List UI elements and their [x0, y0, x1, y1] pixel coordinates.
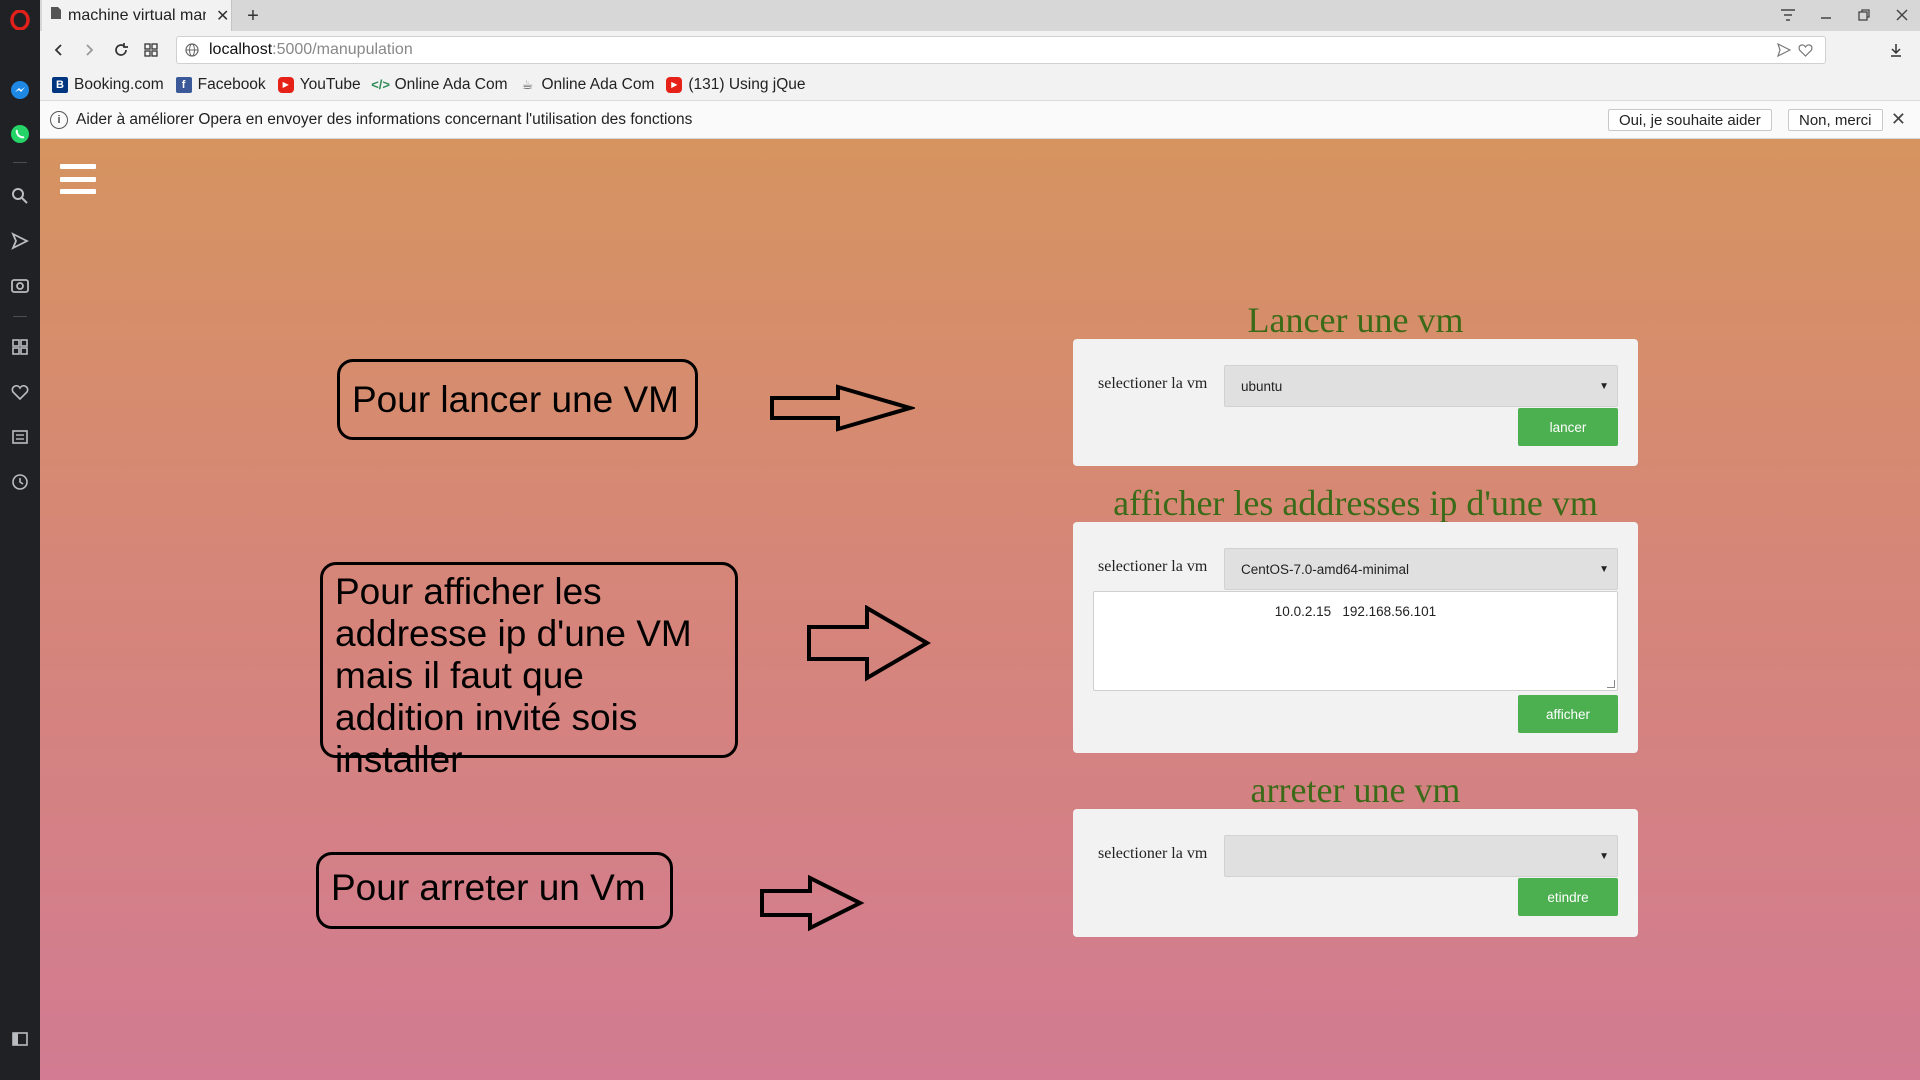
tab-active[interactable]: machine virtual manu ✕ — [42, 0, 232, 31]
sidebar-toggle-icon[interactable] — [8, 1027, 32, 1051]
hamburger-menu-icon[interactable] — [60, 164, 96, 194]
section-title-ips: afficher les addresses ip d'une vm — [1113, 483, 1598, 523]
caret-down-icon: ▼ — [1599, 563, 1609, 575]
caret-down-icon: ▼ — [1599, 850, 1609, 862]
page-content: Pour lancer une VM Pour afficher les add… — [40, 139, 1920, 1080]
bookmark-label: (131) Using jQue — [688, 75, 806, 93]
bookmark-item[interactable]: ▶ (131) Using jQue — [666, 75, 806, 94]
bookmark-label: Booking.com — [74, 75, 164, 93]
send-icon[interactable] — [8, 229, 32, 253]
java-cup-icon: ☕ — [521, 76, 534, 92]
bookmark-label: Facebook — [197, 75, 266, 93]
youtube-icon: ▶ — [277, 76, 294, 93]
tab-title: machine virtual manu — [68, 6, 206, 24]
select-label: selectioner la vm — [1098, 845, 1208, 862]
info-bar: i Aider à améliorer Opera en envoyer des… — [40, 101, 1920, 139]
tab-menu-icon[interactable] — [1770, 2, 1806, 28]
launch-panel: selectioner la vm ubuntu ▼ lancer — [1073, 339, 1638, 466]
news-icon[interactable] — [8, 425, 32, 449]
arrow-right-icon — [807, 605, 931, 682]
bookmarks-bar: B Booking.com f Facebook ▶ YouTube </> O… — [40, 69, 1920, 101]
tabs-grid-icon[interactable] — [138, 37, 164, 63]
callout-launch: Pour lancer une VM — [337, 359, 698, 440]
ip-output-textarea[interactable]: 10.0.2.15 192.168.56.101 — [1093, 591, 1618, 691]
code-icon: </> — [371, 77, 391, 92]
select-label: selectioner la vm — [1098, 558, 1208, 575]
restore-icon[interactable] — [1846, 2, 1882, 28]
info-message: Aider à améliorer Opera en envoyer des i… — [76, 110, 693, 128]
snap-send-icon[interactable] — [1776, 42, 1792, 62]
history-icon[interactable] — [8, 470, 32, 494]
bookmark-item[interactable]: ▶ YouTube — [277, 75, 361, 94]
stop-button[interactable]: etindre — [1518, 878, 1618, 916]
bookmark-label: Online Ada Com — [394, 75, 508, 93]
new-tab-icon[interactable]: + — [240, 3, 266, 29]
vm-select-ips[interactable]: CentOS-7.0-amd64-minimal ▼ — [1224, 548, 1618, 590]
resize-handle-icon[interactable] — [1607, 680, 1615, 688]
bookmark-heart-icon[interactable] — [1798, 43, 1813, 62]
speed-dial-icon[interactable] — [8, 335, 32, 359]
accept-help-button[interactable]: Oui, je souhaite aider — [1608, 109, 1772, 131]
opera-logo-icon[interactable] — [8, 8, 32, 32]
bookmark-item[interactable]: </> Online Ada Com — [371, 75, 508, 94]
launch-button[interactable]: lancer — [1518, 408, 1618, 446]
tab-bar: machine virtual manu ✕ + — [40, 0, 1920, 31]
arrow-right-icon — [760, 875, 865, 932]
stop-panel: selectioner la vm ▼ etindre — [1073, 809, 1638, 937]
search-icon[interactable] — [8, 184, 32, 208]
heart-icon[interactable] — [8, 380, 32, 404]
select-label: selectioner la vm — [1098, 375, 1208, 392]
messenger-icon[interactable] — [8, 78, 32, 102]
selected-value: CentOS-7.0-amd64-minimal — [1241, 561, 1410, 577]
bookmark-item[interactable]: ☕ Online Ada Com — [519, 75, 655, 94]
callout-ips: Pour afficher les addresse ip d'une VM m… — [320, 562, 738, 780]
ip-text: 10.0.2.15 192.168.56.101 — [1274, 604, 1437, 619]
ips-panel: selectioner la vm CentOS-7.0-amd64-minim… — [1073, 522, 1638, 753]
decline-button[interactable]: Non, merci — [1788, 109, 1883, 131]
vm-select-stop[interactable]: ▼ — [1224, 835, 1618, 877]
arrow-right-icon — [770, 384, 915, 432]
section-title-launch: Lancer une vm — [1247, 300, 1464, 340]
address-row: localhost:5000/manupulation — [40, 31, 1920, 69]
close-window-icon[interactable] — [1884, 2, 1920, 28]
selected-value: ubuntu — [1241, 378, 1283, 394]
caret-down-icon: ▼ — [1599, 380, 1609, 392]
globe-icon — [185, 43, 199, 57]
show-ips-button[interactable]: afficher — [1518, 695, 1618, 733]
bookmark-item[interactable]: f Facebook — [175, 75, 266, 94]
tab-close-icon[interactable]: ✕ — [216, 6, 229, 26]
reload-icon[interactable] — [108, 37, 134, 63]
forward-icon[interactable] — [76, 37, 102, 63]
facebook-icon: f — [175, 76, 192, 93]
opera-sidebar — [0, 0, 40, 1080]
youtube-icon: ▶ — [666, 76, 683, 93]
bookmark-label: Online Ada Com — [541, 75, 655, 93]
whatsapp-icon[interactable] — [8, 122, 32, 146]
page-icon — [50, 6, 62, 25]
section-title-stop: arreter une vm — [1250, 770, 1461, 810]
bookmark-item[interactable]: B Booking.com — [52, 76, 164, 94]
bookmark-label: YouTube — [299, 75, 361, 93]
url-path: :5000/manupulation — [272, 41, 413, 58]
booking-icon: B — [52, 76, 68, 93]
info-icon: i — [50, 110, 68, 129]
vm-select-launch[interactable]: ubuntu ▼ — [1224, 365, 1618, 407]
back-icon[interactable] — [46, 37, 72, 63]
url-host: localhost — [209, 41, 273, 58]
camera-icon[interactable] — [8, 273, 32, 297]
download-icon[interactable] — [1883, 37, 1909, 63]
close-infobar-icon[interactable]: ✕ — [1891, 109, 1906, 130]
callout-stop: Pour arreter un Vm — [316, 852, 673, 929]
url-bar[interactable]: localhost:5000/manupulation — [176, 36, 1826, 64]
minimize-icon[interactable] — [1808, 2, 1844, 28]
